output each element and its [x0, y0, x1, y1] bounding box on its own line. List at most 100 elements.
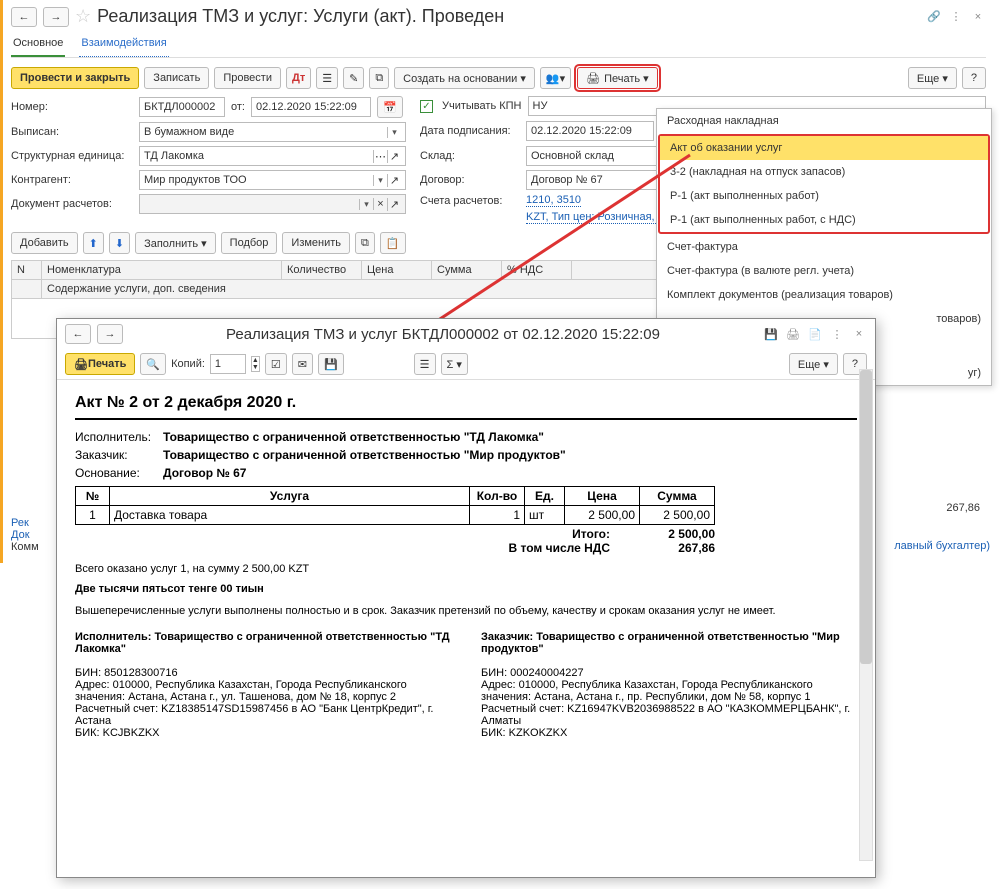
exec-value: Товарищество с ограниченной ответственно…: [163, 430, 544, 444]
col1-acc: Расчетный счет: KZ18385147SD15987456 в А…: [75, 703, 451, 727]
dtkt-button[interactable]: Дт: [286, 67, 311, 89]
issued-field[interactable]: В бумажном виде ▾: [139, 122, 406, 142]
akt-td: 1: [470, 506, 525, 525]
sub-more-button[interactable]: Еще ▾: [789, 353, 838, 375]
issued-value: В бумажном виде: [144, 126, 234, 138]
sub-print-button[interactable]: 🖨 Печать: [65, 353, 135, 375]
tab-main[interactable]: Основное: [11, 33, 65, 57]
open-icon[interactable]: ↗: [387, 150, 401, 163]
copy-icon[interactable]: ⧉: [355, 232, 375, 254]
select-button[interactable]: Подбор: [221, 232, 278, 254]
docpay-field[interactable]: ▾×↗: [139, 194, 406, 214]
accountant-link[interactable]: лавный бухгалтер): [894, 540, 990, 552]
add-row-button[interactable]: Добавить: [11, 232, 78, 254]
akt-th: Сумма: [640, 487, 715, 506]
acc-link[interactable]: 1210, 3510: [526, 194, 581, 207]
date-field[interactable]: 02.12.2020 15:22:09: [251, 97, 371, 117]
zoom-icon[interactable]: 🔍: [140, 353, 166, 375]
link-icon[interactable]: 🔗: [926, 9, 942, 25]
akt-td: 1: [76, 506, 110, 525]
sub-tool-3[interactable]: 💾: [318, 353, 344, 375]
print-menu-item[interactable]: Комплект документов (реализация товаров): [657, 283, 991, 307]
open-icon[interactable]: ↗: [387, 174, 401, 187]
paste-icon[interactable]: 📋: [380, 232, 406, 254]
col1-bic: БИК: KCJBKZKX: [75, 727, 451, 739]
print-menu-item[interactable]: Р-1 (акт выполненных работ): [660, 184, 988, 208]
post-close-button[interactable]: Провести и закрыть: [11, 67, 139, 89]
print-menu-item-highlight[interactable]: Акт об оказании услуг: [660, 136, 988, 160]
akt-title: Акт № 2 от 2 декабря 2020 г.: [75, 394, 857, 420]
chevron-down-icon[interactable]: ▾: [373, 175, 387, 186]
counter-field[interactable]: Мир продуктов ТОО▾↗: [139, 170, 406, 190]
akt-td: Доставка товара: [110, 506, 470, 525]
cust-value: Товарищество с ограниченной ответственно…: [163, 448, 566, 462]
vat-value: 267,86: [640, 541, 715, 555]
post-button[interactable]: Провести: [214, 67, 281, 89]
close-icon[interactable]: ×: [970, 9, 986, 25]
spin-down[interactable]: ▼: [252, 364, 259, 371]
favorite-star-icon[interactable]: ☆: [75, 6, 91, 27]
move-up-button[interactable]: ⬆: [83, 232, 104, 254]
col2-addr: Адрес: 010000, Республика Казахстан, Гор…: [481, 679, 857, 703]
chevron-down-icon[interactable]: ▾: [387, 127, 401, 138]
sub-tool-2[interactable]: ✉: [292, 353, 313, 375]
sub-tool-4[interactable]: ☰: [414, 353, 436, 375]
more-button[interactable]: Еще ▾: [908, 67, 957, 89]
move-down-button[interactable]: ⬇: [109, 232, 130, 254]
sub-window-title: Реализация ТМЗ и услуг БКТДЛ000002 от 02…: [129, 326, 757, 343]
chevron-down-icon[interactable]: ▾: [359, 199, 373, 210]
tool-icon-4[interactable]: 👥▾: [540, 67, 571, 89]
tool-icon-2[interactable]: ✎: [343, 67, 364, 89]
scrollbar-thumb[interactable]: [860, 370, 872, 664]
sub-nav-back[interactable]: ←: [65, 324, 91, 344]
date-picker-icon[interactable]: 📅: [377, 96, 403, 118]
total-label: Итого:: [572, 527, 610, 541]
acc-label: Счета расчетов:: [420, 195, 520, 207]
help-button[interactable]: ?: [962, 67, 986, 89]
sub-nav-forward[interactable]: →: [97, 324, 123, 344]
window-title: Реализация ТМЗ и услуг: Услуги (акт). Пр…: [97, 6, 920, 27]
print-icon[interactable]: 🖨: [785, 326, 801, 342]
print-menu-item[interactable]: Счет-фактура: [657, 235, 991, 259]
kpn-checkbox[interactable]: ✓: [420, 100, 433, 113]
sign-field[interactable]: 02.12.2020 15:22:09: [526, 121, 654, 141]
print-menu-item[interactable]: 3-2 (накладная на отпуск запасов): [660, 160, 988, 184]
base-label: Основание:: [75, 466, 155, 480]
clear-icon[interactable]: ×: [373, 198, 387, 210]
doc-icon[interactable]: 📄: [807, 326, 823, 342]
number-field[interactable]: БКТДЛ000002: [139, 97, 225, 117]
save-icon[interactable]: 💾: [763, 326, 779, 342]
tool-icon-3[interactable]: ⧉: [369, 67, 389, 89]
spin-up[interactable]: ▲: [252, 357, 259, 364]
nav-forward[interactable]: →: [43, 7, 69, 27]
col2-header: Заказчик: Товарищество с ограниченной от…: [481, 631, 857, 655]
save-button[interactable]: Записать: [144, 67, 209, 89]
open-icon[interactable]: ↗: [387, 198, 401, 211]
select-icon[interactable]: ⋯: [373, 150, 387, 163]
akt-th: Цена: [565, 487, 640, 506]
fill-button[interactable]: Заполнить ▾: [135, 232, 216, 254]
print-dropdown-button[interactable]: 🖨 Печать ▾: [577, 67, 658, 89]
kpn-label: Учитывать КПН: [442, 100, 522, 112]
unit-value: ТД Лакомка: [144, 150, 204, 162]
more-icon[interactable]: ⋮: [948, 9, 964, 25]
sub-tool-1[interactable]: ☑: [265, 353, 287, 375]
print-menu-item[interactable]: Р-1 (акт выполненных работ, с НДС): [660, 208, 988, 232]
print-preview-area[interactable]: Акт № 2 от 2 декабря 2020 г. Исполнитель…: [57, 380, 875, 877]
tab-interactions[interactable]: Взаимодействия: [79, 33, 168, 57]
print-menu-item[interactable]: Счет-фактура (в валюте регл. учета): [657, 259, 991, 283]
print-menu-item[interactable]: Расходная накладная: [657, 109, 991, 133]
create-based-button[interactable]: Создать на основании ▾: [394, 67, 535, 89]
col2-acc: Расчетный счет: KZ16947KVB2036988522 в А…: [481, 703, 857, 727]
copies-field[interactable]: 1: [210, 354, 246, 374]
sigma-icon[interactable]: Σ ▾: [441, 353, 468, 375]
nav-back[interactable]: ←: [11, 7, 37, 27]
unit-field[interactable]: ТД Лакомка ⋯↗: [139, 146, 406, 166]
kpn-value: НУ: [533, 100, 548, 112]
sub-close-icon[interactable]: ×: [851, 326, 867, 342]
sub-more-icon[interactable]: ⋮: [829, 326, 845, 342]
cust-label: Заказчик:: [75, 448, 155, 462]
scrollbar-track[interactable]: [859, 369, 873, 861]
edit-button[interactable]: Изменить: [282, 232, 350, 254]
tool-icon-1[interactable]: ☰: [316, 67, 338, 89]
